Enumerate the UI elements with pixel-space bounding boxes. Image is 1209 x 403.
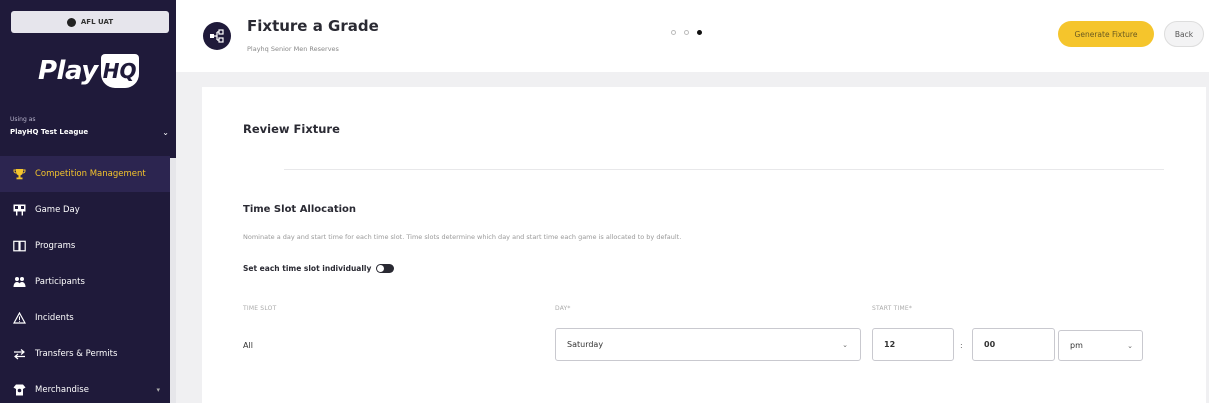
sidebar-item-label: Participants <box>35 277 85 287</box>
section-divider <box>284 169 1164 170</box>
sidebar-menu: Competition Management Game Day Programs… <box>0 156 170 403</box>
sidebar-item-incidents[interactable]: Incidents <box>0 300 170 336</box>
playhq-logo[interactable]: Play HQ <box>38 54 139 88</box>
organisation-select[interactable]: PlayHQ Test League ⌄ <box>10 125 175 139</box>
time-slot-row-label: All <box>243 341 253 350</box>
people-icon <box>11 275 27 289</box>
step-dot-3-active <box>697 30 702 35</box>
chevron-down-icon: ⌄ <box>1127 341 1133 350</box>
step-dot-2 <box>684 30 689 35</box>
chevron-down-icon: ⌄ <box>842 340 848 349</box>
review-fixture-card: Review Fixture Time Slot Allocation Nomi… <box>202 87 1206 403</box>
am-pm-select[interactable]: pm ⌄ <box>1058 330 1143 361</box>
logo-hq-shield: HQ <box>100 54 139 88</box>
sidebar-item-label: Merchandise <box>35 385 89 395</box>
sidebar-item-programs[interactable]: Programs <box>0 228 170 264</box>
environment-badge: AFL UAT <box>11 11 169 33</box>
individual-time-slot-toggle-row: Set each time slot individually <box>243 264 395 273</box>
chevron-down-icon: ⌄ <box>162 127 169 137</box>
merchandise-icon <box>11 383 27 397</box>
scoreboard-icon <box>11 203 27 217</box>
time-separator: : <box>960 341 963 350</box>
back-button[interactable]: Back <box>1164 21 1204 47</box>
sidebar: AFL UAT Play HQ Using as PlayHQ Test Lea… <box>0 0 176 403</box>
time-slot-allocation-heading: Time Slot Allocation <box>243 204 357 215</box>
day-column-label: DAY* <box>555 305 571 312</box>
day-select-value: Saturday <box>567 340 604 349</box>
am-pm-select-value: pm <box>1070 341 1083 350</box>
time-slot-description: Nominate a day and start time for each t… <box>243 233 682 241</box>
book-icon <box>11 239 27 253</box>
start-minute-input[interactable]: 00 <box>972 328 1055 361</box>
review-fixture-heading: Review Fixture <box>243 122 340 136</box>
sidebar-item-participants[interactable]: Participants <box>0 264 170 300</box>
individual-time-slot-toggle[interactable] <box>376 264 395 273</box>
warning-icon <box>11 311 27 325</box>
environment-dot-icon <box>66 17 76 27</box>
fixture-icon <box>203 22 231 50</box>
start-hour-input[interactable]: 12 <box>872 328 954 361</box>
sidebar-item-label: Transfers & Permits <box>35 349 118 359</box>
sidebar-item-label: Game Day <box>35 205 80 215</box>
sidebar-item-label: Competition Management <box>35 169 146 179</box>
toggle-knob <box>377 265 385 272</box>
start-time-column-label: START TIME* <box>872 305 913 312</box>
using-as-label: Using as <box>10 116 36 123</box>
environment-label: AFL UAT <box>80 18 114 26</box>
organisation-name: PlayHQ Test League <box>10 128 89 136</box>
sidebar-item-merchandise[interactable]: Merchandise ▾ <box>0 372 170 403</box>
page-title: Fixture a Grade <box>247 17 379 35</box>
day-select[interactable]: Saturday ⌄ <box>555 328 861 361</box>
chevron-down-icon: ▾ <box>156 386 160 394</box>
page-header: Fixture a Grade Playhq Senior Men Reserv… <box>176 0 1209 72</box>
sidebar-item-game-day[interactable]: Game Day <box>0 192 170 228</box>
sidebar-item-label: Incidents <box>35 313 74 323</box>
step-dot-1 <box>671 30 676 35</box>
sidebar-scrollbar[interactable] <box>170 158 176 403</box>
generate-fixture-button[interactable]: Generate Fixture <box>1058 21 1154 47</box>
step-indicator <box>671 30 702 35</box>
trophy-icon <box>11 167 27 181</box>
time-slot-column-label: TIME SLOT <box>243 305 277 312</box>
individual-time-slot-label: Set each time slot individually <box>243 264 372 273</box>
sidebar-item-label: Programs <box>35 241 76 251</box>
logo-play-text: Play <box>38 56 98 86</box>
transfer-icon <box>11 347 27 361</box>
page-subtitle: Playhq Senior Men Reserves <box>247 45 339 53</box>
sidebar-item-transfers-permits[interactable]: Transfers & Permits <box>0 336 170 372</box>
sidebar-item-competition-management[interactable]: Competition Management <box>0 156 170 192</box>
